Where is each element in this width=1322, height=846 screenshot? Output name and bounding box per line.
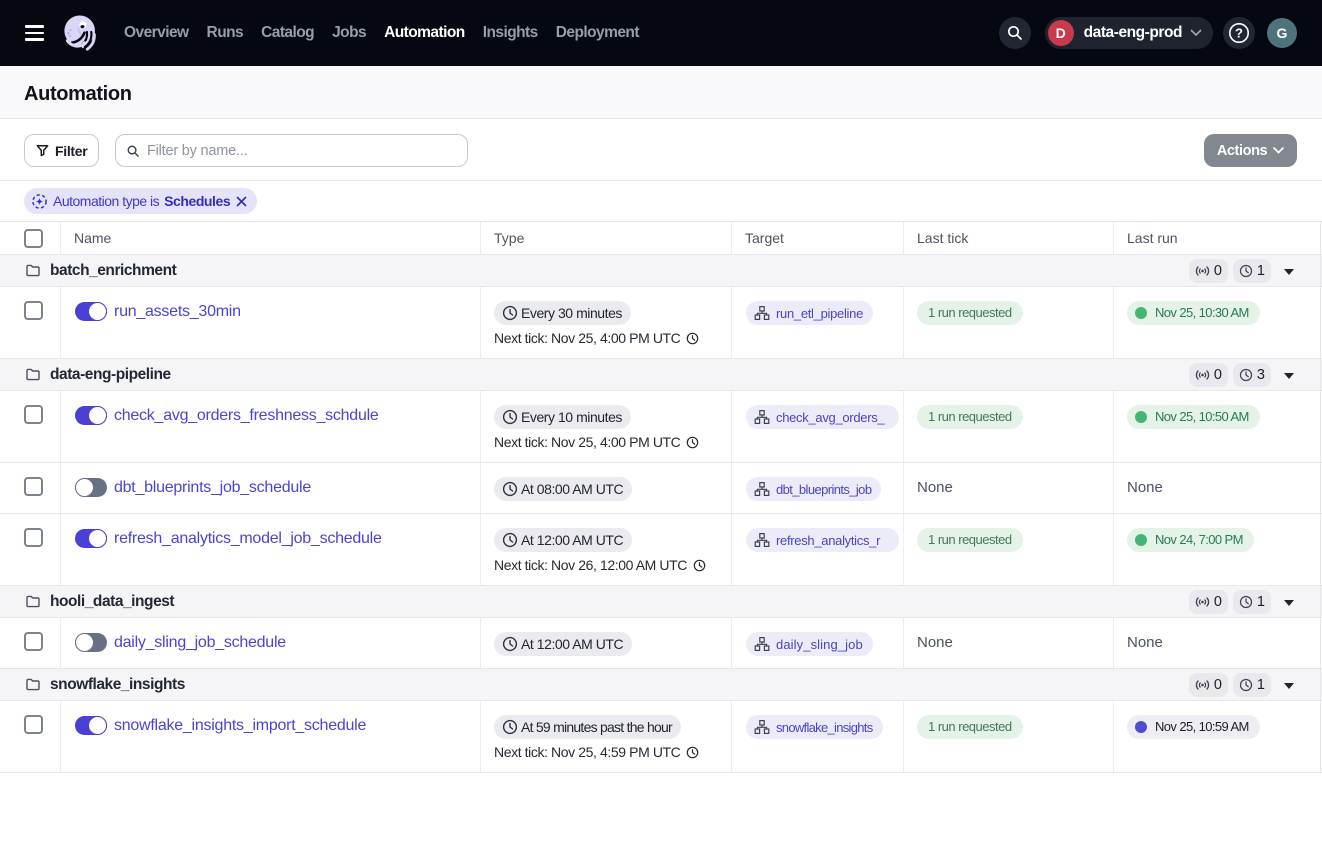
svg-text:?: ? <box>1235 26 1243 41</box>
